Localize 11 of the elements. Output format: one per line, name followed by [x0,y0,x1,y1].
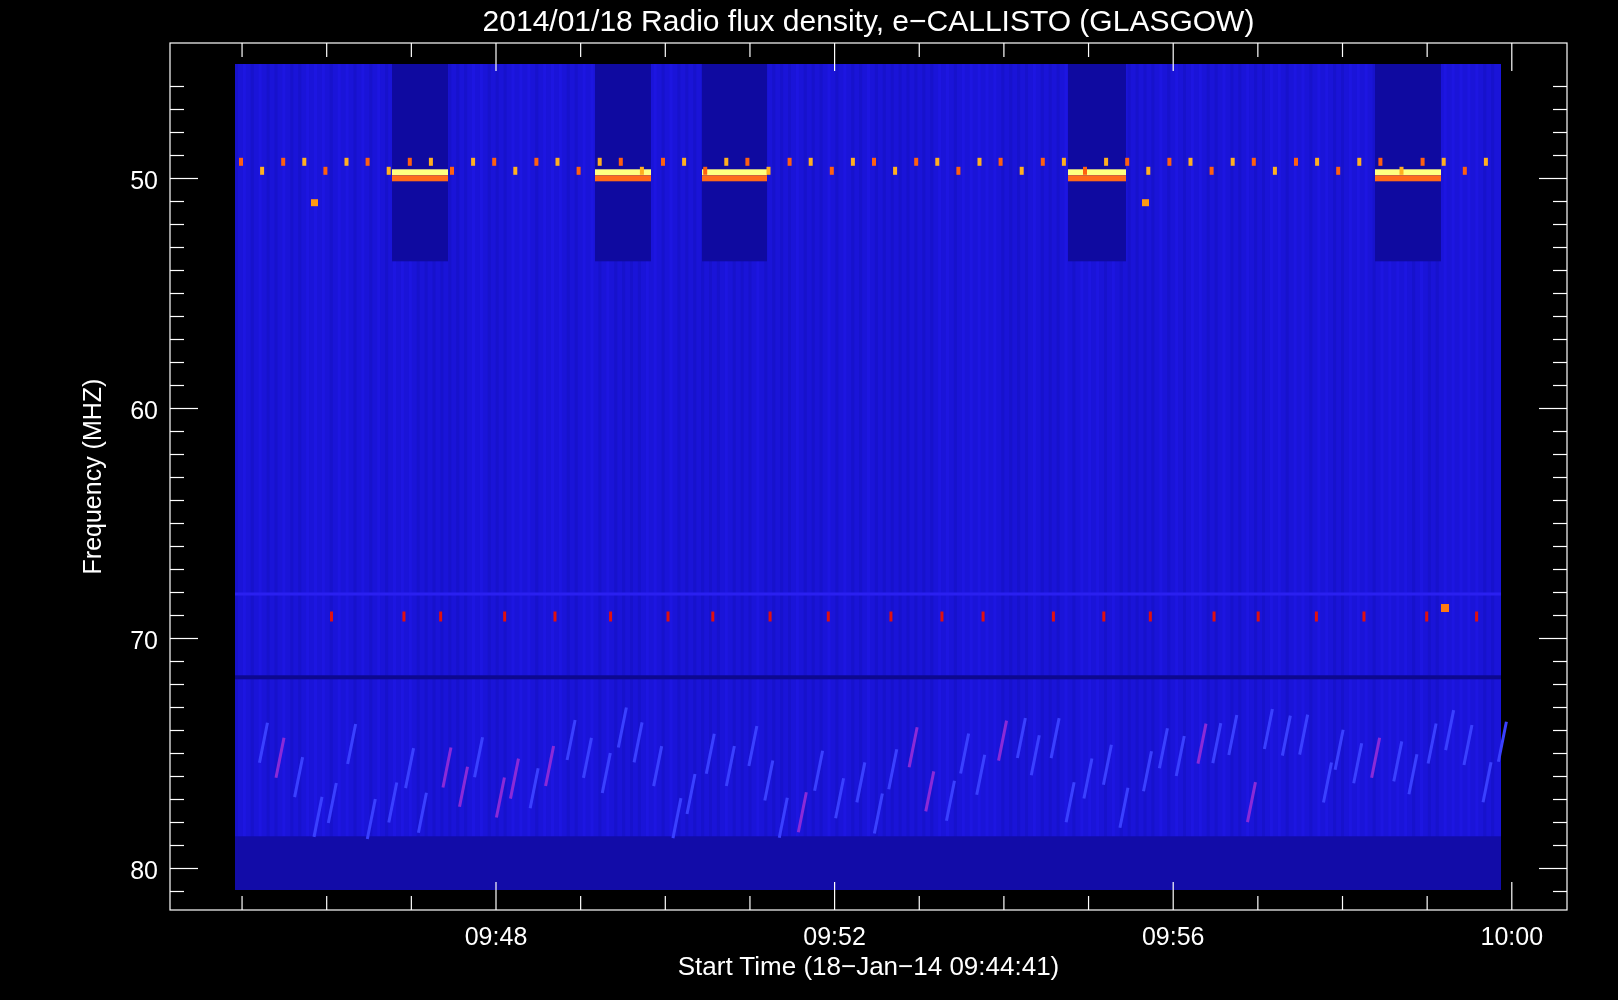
y-tick-label: 60 [130,395,158,424]
x-tick-label: 09:48 [464,922,528,950]
x-tick-label: 09:52 [803,922,866,950]
x-axis-label: Start Time (18−Jan−14 09:44:41) [677,951,1060,981]
chart-title: 2014/01/18 Radio flux density, e−CALLISTO (GLASGOW) [482,4,1255,37]
y-tick-label: 80 [130,855,158,884]
y-tick-label: 70 [130,625,158,654]
y-axis-label: Frequency (MHZ) [78,378,106,575]
y-tick-label: 50 [130,165,158,194]
x-tick-label: 10:00 [1480,922,1544,950]
x-tick-label: 09:56 [1141,922,1205,950]
